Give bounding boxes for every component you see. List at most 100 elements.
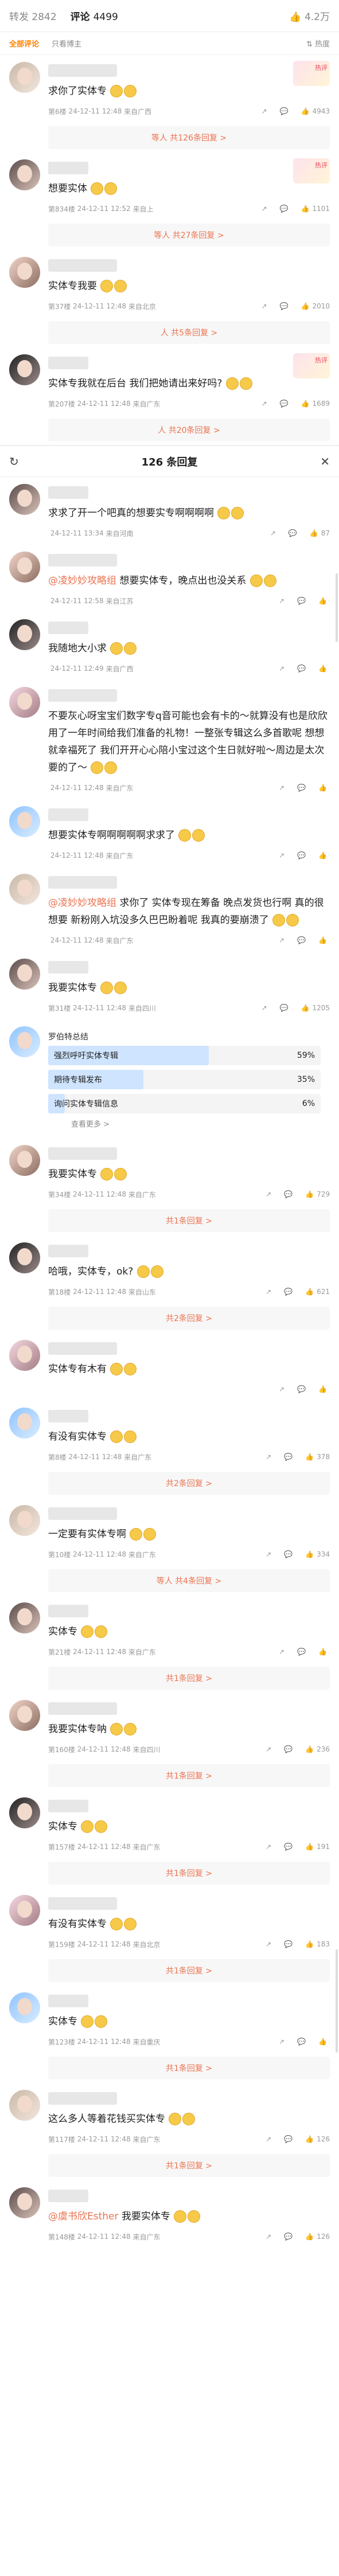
username-redacted[interactable] — [48, 876, 117, 889]
reply-icon[interactable]: 💬 — [280, 400, 289, 408]
share-icon[interactable]: ↗ — [266, 1190, 271, 1198]
reply-icon[interactable]: 💬 — [280, 205, 289, 213]
like-button[interactable]: 👍 334 — [305, 1550, 330, 1558]
sort-button[interactable]: ⇅ 热度 — [306, 38, 330, 49]
refresh-icon[interactable]: ↻ — [9, 455, 19, 468]
reply-icon[interactable]: 💬 — [284, 1288, 293, 1296]
avatar[interactable] — [9, 1408, 40, 1439]
share-icon[interactable]: ↗ — [261, 205, 267, 213]
avatar[interactable] — [9, 1700, 40, 1731]
username-redacted[interactable] — [48, 1605, 88, 1617]
avatar[interactable] — [9, 552, 40, 583]
avatar[interactable] — [9, 159, 40, 190]
view-replies-button[interactable]: 共2条回复 > — [48, 1472, 330, 1495]
reply-icon[interactable]: 💬 — [297, 851, 306, 859]
like-button[interactable]: 👍 1689 — [301, 400, 330, 408]
avatar[interactable] — [9, 1242, 40, 1273]
share-icon[interactable]: ↗ — [266, 1288, 271, 1296]
avatar[interactable] — [9, 874, 40, 905]
username-redacted[interactable] — [48, 808, 88, 821]
view-replies-button[interactable]: 人 共20条回复 > — [48, 419, 330, 441]
avatar[interactable] — [9, 354, 40, 385]
share-icon[interactable]: ↗ — [279, 2038, 285, 2046]
username-redacted[interactable] — [48, 486, 88, 499]
like-button[interactable]: 👍 — [318, 597, 330, 605]
reply-icon[interactable]: 💬 — [297, 936, 306, 944]
like-button[interactable]: 👍 191 — [305, 1843, 330, 1851]
share-icon[interactable]: ↗ — [279, 784, 285, 792]
share-icon[interactable]: ↗ — [266, 1940, 271, 1948]
share-icon[interactable]: ↗ — [261, 302, 267, 310]
share-icon[interactable]: ↗ — [266, 2135, 271, 2143]
like-button[interactable]: 👍 729 — [305, 1190, 330, 1198]
avatar[interactable] — [9, 1602, 40, 1633]
avatar[interactable] — [9, 2090, 40, 2121]
share-icon[interactable]: ↗ — [279, 1385, 285, 1393]
view-replies-button[interactable]: 共1条回复 > — [48, 1764, 330, 1787]
filter-blogger-only[interactable]: 只看博主 — [52, 38, 81, 49]
share-icon[interactable]: ↗ — [266, 2233, 271, 2241]
share-icon[interactable]: ↗ — [270, 529, 276, 537]
reply-icon[interactable]: 💬 — [297, 664, 306, 673]
username-redacted[interactable] — [48, 961, 88, 974]
view-replies-button[interactable]: 等人 共27条回复 > — [48, 224, 330, 247]
view-replies-button[interactable]: 等人 共4条回复 > — [48, 1569, 330, 1592]
share-icon[interactable]: ↗ — [279, 597, 285, 605]
avatar[interactable] — [9, 257, 40, 288]
username-redacted[interactable] — [48, 64, 117, 77]
username-redacted[interactable] — [48, 1897, 117, 1910]
avatar[interactable] — [9, 62, 40, 93]
share-icon[interactable]: ↗ — [261, 400, 267, 408]
like-button[interactable]: 👍 2010 — [301, 302, 330, 310]
share-icon[interactable]: ↗ — [279, 664, 285, 673]
username-redacted[interactable] — [48, 259, 117, 272]
reply-icon[interactable]: 💬 — [297, 1648, 306, 1656]
username-redacted[interactable] — [48, 162, 88, 174]
username-redacted[interactable] — [48, 1800, 88, 1812]
username-redacted[interactable] — [48, 357, 88, 369]
reply-icon[interactable]: 💬 — [284, 2233, 293, 2241]
reply-icon[interactable]: 💬 — [284, 1940, 293, 1948]
reply-icon[interactable]: 💬 — [280, 107, 289, 115]
reply-icon[interactable]: 💬 — [284, 2135, 293, 2143]
poll-option[interactable]: 强烈呼吁实体专辑 59% — [48, 1046, 321, 1065]
reply-icon[interactable]: 💬 — [297, 1385, 306, 1393]
poll-option[interactable]: 询问实体专辑信息 6% — [48, 1094, 321, 1113]
reply-icon[interactable]: 💬 — [284, 1190, 293, 1198]
username-redacted[interactable] — [48, 689, 117, 702]
username-redacted[interactable] — [48, 1147, 117, 1160]
like-button[interactable]: 👍 126 — [305, 2135, 330, 2143]
like-button[interactable]: 👍 — [318, 1385, 330, 1393]
share-icon[interactable]: ↗ — [266, 1550, 271, 1558]
tab-comments[interactable]: 评论 4499 — [71, 9, 118, 23]
reply-icon[interactable]: 💬 — [284, 1453, 293, 1461]
view-replies-button[interactable]: 共1条回复 > — [48, 2057, 330, 2079]
view-replies-button[interactable]: 共1条回复 > — [48, 1959, 330, 1982]
view-replies-button[interactable]: 共2条回复 > — [48, 1307, 330, 1330]
like-button[interactable]: 👍 236 — [305, 1745, 330, 1753]
share-icon[interactable]: ↗ — [279, 1648, 285, 1656]
poll-option[interactable]: 期待专辑发布 35% — [48, 1070, 321, 1089]
view-replies-button[interactable]: 共1条回复 > — [48, 1209, 330, 1232]
like-button[interactable]: 👍 87 — [310, 529, 330, 537]
avatar[interactable] — [9, 2187, 40, 2218]
tab-reposts[interactable]: 转发 2842 — [9, 9, 57, 23]
share-icon[interactable]: ↗ — [261, 1004, 267, 1012]
reply-icon[interactable]: 💬 — [284, 1745, 293, 1753]
share-icon[interactable]: ↗ — [266, 1843, 271, 1851]
like-button[interactable]: 👍 378 — [305, 1453, 330, 1461]
avatar[interactable] — [9, 619, 40, 650]
username-redacted[interactable] — [48, 1995, 88, 2007]
avatar[interactable] — [9, 687, 40, 718]
like-button[interactable]: 👍 — [318, 784, 330, 792]
avatar[interactable] — [9, 1026, 40, 1057]
like-button[interactable]: 👍 1205 — [301, 1004, 330, 1012]
username-redacted[interactable] — [48, 621, 88, 634]
username-redacted[interactable] — [48, 1342, 117, 1355]
poll-more-link[interactable]: 查看更多 > — [48, 1118, 321, 1129]
scrollbar[interactable] — [336, 1949, 338, 2053]
like-button[interactable]: 👍 — [318, 2038, 330, 2046]
avatar[interactable] — [9, 1505, 40, 1536]
mention-link[interactable]: @凌妙妙攻略组 — [48, 897, 116, 909]
avatar[interactable] — [9, 1797, 40, 1828]
